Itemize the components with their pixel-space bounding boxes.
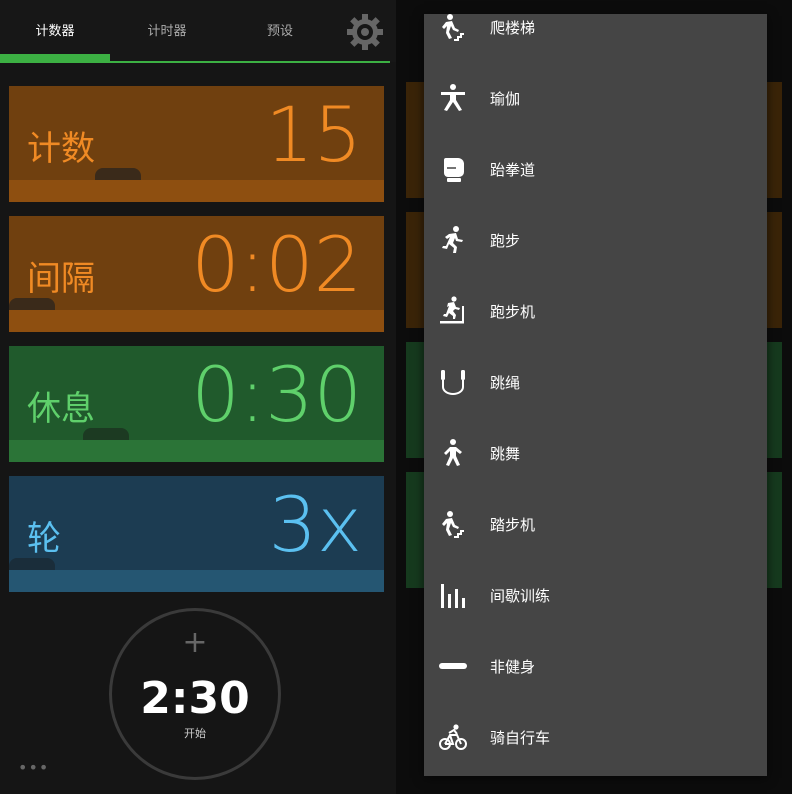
menu-item-label: 跆拳道: [490, 161, 536, 179]
activity-picker-screen: 爬楼梯 瑜伽 跆拳道 跑步 跑步机 跳绳 跳舞 踏步机 间歇训练 非健身 骑自行…: [396, 0, 792, 794]
interval-value: 0:02: [191, 220, 362, 309]
tab-timer[interactable]: 计时器: [112, 20, 222, 39]
boxing-glove-icon: [444, 158, 464, 182]
total-time: 2:30: [140, 673, 250, 724]
more-options-icon[interactable]: •••: [18, 758, 49, 777]
card-strip: [9, 570, 384, 592]
menu-item-taekwondo[interactable]: 跆拳道: [424, 132, 767, 203]
tab-counter[interactable]: 计数器: [0, 20, 110, 39]
menu-item-yoga[interactable]: 瑜伽: [424, 61, 767, 132]
tab-underline: [0, 61, 390, 63]
tab-bar: 计数器 计时器 预设: [0, 0, 396, 63]
menu-item-label: 跑步机: [490, 303, 536, 321]
dance-icon: [444, 439, 462, 466]
menu-item-label: 爬楼梯: [490, 19, 536, 37]
menu-item-stairs[interactable]: 爬楼梯: [424, 0, 767, 61]
rest-card[interactable]: 休息 0:30: [9, 346, 384, 462]
menu-item-label: 跳绳: [490, 374, 521, 392]
menu-item-label: 跑步: [490, 232, 521, 250]
gear-icon[interactable]: [345, 12, 385, 52]
interval-card[interactable]: 间隔 0:02: [9, 216, 384, 332]
card-strip: [9, 310, 384, 332]
interval-label: 间隔: [27, 259, 95, 299]
interval-bars-icon: [441, 584, 465, 608]
minus-icon: [439, 663, 467, 669]
menu-item-dance[interactable]: 跳舞: [424, 416, 767, 487]
menu-item-interval-training[interactable]: 间歇训练: [424, 558, 767, 629]
card-handle[interactable]: [95, 168, 141, 180]
menu-item-treadmill[interactable]: 跑步机: [424, 274, 767, 345]
menu-item-label: 非健身: [490, 658, 536, 676]
menu-item-label: 骑自行车: [490, 729, 551, 747]
menu-item-label: 跳舞: [490, 445, 521, 463]
count-value: 15: [265, 90, 362, 179]
stairs-climb-icon: [442, 14, 464, 41]
rounds-value: 3x: [268, 480, 362, 569]
menu-item-label: 间歇训练: [490, 587, 551, 605]
tab-presets[interactable]: 预设: [225, 20, 335, 39]
treadmill-icon: [440, 296, 464, 324]
menu-item-label: 瑜伽: [490, 90, 521, 108]
activity-menu: 爬楼梯 瑜伽 跆拳道 跑步 跑步机 跳绳 跳舞 踏步机 间歇训练 非健身 骑自行…: [424, 14, 767, 776]
count-card[interactable]: 计数 15: [9, 86, 384, 202]
card-strip: [9, 180, 384, 202]
card-strip: [9, 440, 384, 462]
menu-item-stepper[interactable]: 踏步机: [424, 487, 767, 558]
rounds-label: 轮: [27, 519, 61, 559]
yoga-icon: [441, 84, 465, 111]
plus-icon: +: [182, 625, 208, 660]
start-button[interactable]: + 2:30 开始: [109, 608, 281, 780]
menu-item-non-fitness[interactable]: 非健身: [424, 629, 767, 700]
cycling-icon: [439, 724, 467, 750]
counter-screen: 计数器 计时器 预设 计数 15 间隔 0:02 休息 0:30 轮 3x + …: [0, 0, 396, 794]
jump-rope-icon: [441, 370, 465, 395]
menu-item-running[interactable]: 跑步: [424, 203, 767, 274]
running-icon: [442, 226, 463, 253]
menu-item-label: 踏步机: [490, 516, 536, 534]
stepper-icon: [442, 511, 464, 538]
menu-item-jump-rope[interactable]: 跳绳: [424, 345, 767, 416]
menu-item-cycling[interactable]: 骑自行车: [424, 700, 767, 771]
start-label: 开始: [184, 727, 206, 740]
rounds-card[interactable]: 轮 3x: [9, 476, 384, 592]
rest-label: 休息: [27, 389, 95, 429]
count-label: 计数: [27, 129, 95, 169]
rest-value: 0:30: [191, 350, 362, 439]
